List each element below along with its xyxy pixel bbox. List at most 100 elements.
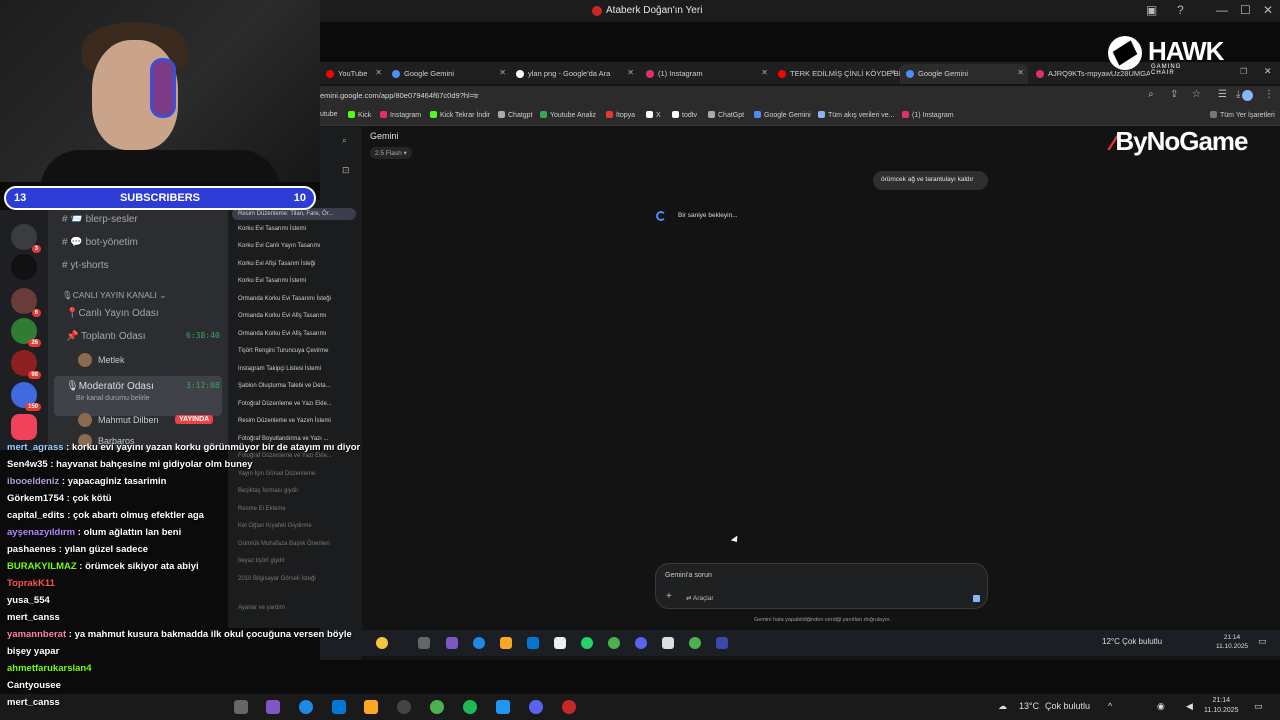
tab-gemini-1[interactable]: Google Gemini ✕ xyxy=(386,64,510,84)
notification-icon[interactable]: ▭ xyxy=(1254,701,1263,712)
bookmark-chatgpt[interactable]: Chatgpt xyxy=(498,111,533,119)
chat-username[interactable]: ibooeldeniz xyxy=(7,476,59,487)
bookmark-akis[interactable]: Tüm akış verileri ve... xyxy=(818,111,895,119)
xbox-icon[interactable] xyxy=(397,700,411,714)
weather-temp[interactable]: 13°C xyxy=(1019,701,1039,711)
all-bookmarks[interactable]: Tüm Yer İşaretleri xyxy=(1210,111,1275,119)
bookmark-itopya[interactable]: İtopya xyxy=(606,111,635,119)
recent-chat-item[interactable]: Tişört Rengini Turuncuya Çevirme xyxy=(238,348,328,354)
spotify-icon[interactable] xyxy=(463,700,477,714)
edge-icon[interactable] xyxy=(473,637,485,649)
bookmark-x[interactable]: X xyxy=(646,111,661,119)
discord-icon[interactable] xyxy=(635,637,647,649)
chat-username[interactable]: ayşenazyıldırm xyxy=(7,527,75,538)
close-tab-icon[interactable]: ✕ xyxy=(889,68,896,77)
channel-canli-yayin-odasi[interactable]: 📍Canlı Yayın Odası xyxy=(66,308,159,319)
chat-username[interactable]: pashaenes xyxy=(7,544,56,555)
chrome-icon[interactable] xyxy=(430,700,444,714)
channel-status-hint[interactable]: Bir kanal durumu belirle xyxy=(76,395,150,402)
folder-icon[interactable] xyxy=(364,700,378,714)
star-icon[interactable]: ☆ xyxy=(1192,89,1201,100)
voice-user-metlek[interactable]: Metlek xyxy=(78,353,125,367)
app-icon[interactable] xyxy=(716,637,728,649)
category-canli-yayin[interactable]: 🎙CANLI YAYIN KANALI ⌄ xyxy=(62,290,166,301)
tab-gemini-active[interactable]: Google Gemini ✕ xyxy=(900,64,1028,84)
recent-chat-item[interactable]: Korku Evi Afişi Tasarım İsteği xyxy=(238,261,315,267)
chat-username[interactable]: mert_agrass xyxy=(7,442,64,453)
tools-button[interactable]: ⇄ Araçlar xyxy=(686,594,714,602)
prompt-input[interactable]: Gemini'a sorun xyxy=(665,572,712,579)
channel-moderator-odasi[interactable]: 🎙Moderatör Odası 3:12:08 xyxy=(66,381,220,392)
tab-youtube-video[interactable]: TERK EDİLMİŞ ÇİNLİ KÖYDE BİR ✕ xyxy=(772,64,900,84)
stop-icon[interactable] xyxy=(973,595,980,602)
store-icon[interactable] xyxy=(554,637,566,649)
tab-instagram[interactable]: (1) Instagram ✕ xyxy=(640,64,772,84)
volume-icon[interactable]: ◀ xyxy=(1186,701,1193,712)
channel-blerp-sesler[interactable]: # 📨 blerp-sesler xyxy=(62,214,138,225)
share-icon[interactable]: ⇪ xyxy=(1170,89,1178,100)
close-tab-icon[interactable]: ✕ xyxy=(761,68,768,77)
new-chat-icon[interactable]: ⊡ xyxy=(342,165,350,176)
address-bar[interactable]: emini.google.com/app/80e079464f67c0d9?hl… xyxy=(320,86,1280,106)
close-tab-icon[interactable]: ✕ xyxy=(1017,68,1024,77)
tab-google-search[interactable]: ylan png - Google'da Ara ✕ xyxy=(510,64,638,84)
recent-chat-item[interactable]: Ormanda Korku Evi Afiş Tasarımı xyxy=(238,331,326,337)
bookmark-instagram-2[interactable]: (1) Instagram xyxy=(902,111,954,119)
channel-bot-yonetim[interactable]: # 💬 bot-yönetim xyxy=(62,237,138,248)
chrome-icon[interactable] xyxy=(608,637,620,649)
notification-icon[interactable]: ▭ xyxy=(1258,636,1267,647)
copilot-app-icon[interactable] xyxy=(446,637,458,649)
whatsapp-icon[interactable] xyxy=(581,637,593,649)
chat-username[interactable]: Cantyousee xyxy=(7,680,61,691)
bookmark-youtube[interactable]: utube xyxy=(320,111,338,118)
copilot-icon[interactable] xyxy=(376,637,388,649)
chat-username[interactable]: BURAKYILMAZ xyxy=(7,561,77,572)
weather-desc[interactable]: Çok bulutlu xyxy=(1045,701,1090,711)
bookmark-kick[interactable]: Kick xyxy=(348,111,371,119)
discord-icon[interactable] xyxy=(529,700,543,714)
model-selector[interactable]: 2.5 Flash ▾ xyxy=(370,147,412,159)
server-icon[interactable]: 6 xyxy=(11,288,41,317)
recent-chat-item[interactable]: Fotoğraf Düzenleme ve Yazı Ekle... xyxy=(238,401,332,407)
close-button[interactable]: ✕ xyxy=(1263,3,1273,17)
obs-icon[interactable] xyxy=(562,700,576,714)
wifi-icon[interactable]: ◉ xyxy=(1157,701,1165,712)
chat-username[interactable]: yusa_554 xyxy=(7,595,50,606)
download-icon[interactable]: ⤓ xyxy=(1236,89,1240,100)
prompt-box[interactable]: Gemini'a sorun + ⇄ Araçlar xyxy=(655,563,988,609)
chrome-icon-2[interactable] xyxy=(689,637,701,649)
bookmark-gemini[interactable]: Google Gemini xyxy=(754,111,811,119)
recent-chat-item[interactable]: Instagram Takipçi Listesi İstemi xyxy=(238,366,321,372)
minimize-button[interactable]: — xyxy=(1216,3,1228,17)
recent-chat-item[interactable]: Korku Evi Canlı Yayın Tasarımı xyxy=(238,243,320,249)
menu-icon[interactable]: ☰ xyxy=(1218,89,1227,100)
profile-icon[interactable]: ▣ xyxy=(1146,3,1157,17)
add-icon[interactable]: + xyxy=(666,591,672,602)
chat-username[interactable]: mert_canss xyxy=(7,612,60,623)
chat-username[interactable]: mert_canss xyxy=(7,697,60,708)
chat-username[interactable]: ToprakK11 xyxy=(7,578,55,589)
server-icon[interactable] xyxy=(11,414,37,440)
restore-window-icon[interactable]: ❐ xyxy=(1240,67,1247,76)
close-tab-icon[interactable]: ✕ xyxy=(627,68,634,77)
close-tab-icon[interactable]: ✕ xyxy=(499,68,506,77)
outer-clock[interactable]: 21:14 11.10.2025 xyxy=(1204,696,1239,716)
channel-yt-shorts[interactable]: # yt-shorts xyxy=(62,260,109,271)
bookmark-chatgpt-2[interactable]: ChatGpt xyxy=(708,111,744,119)
search-icon[interactable]: ⌕ xyxy=(1148,89,1154,100)
taskview-icon[interactable] xyxy=(418,637,430,649)
chat-username[interactable]: yamannberat xyxy=(7,629,66,640)
maximize-button[interactable]: ☐ xyxy=(1240,3,1251,17)
server-icon[interactable]: 150 xyxy=(11,382,41,411)
bookmark-instagram[interactable]: Instagram xyxy=(380,111,421,119)
search-icon[interactable]: ⌕ xyxy=(342,135,347,146)
folder-icon[interactable] xyxy=(500,637,512,649)
recent-chat-item[interactable]: Resim Düzenleme ve Yazım İstemi xyxy=(238,418,331,424)
recent-chat-item[interactable]: Korku Evi Tasarımı İstemi xyxy=(238,278,306,284)
help-icon[interactable]: ? xyxy=(1177,3,1184,17)
server-icon[interactable]: 98 xyxy=(11,350,41,379)
chat-username[interactable]: capital_edits xyxy=(7,510,65,521)
url-text[interactable]: emini.google.com/app/80e079464f67c0d9?hl… xyxy=(320,91,479,100)
channel-toplanti-odasi[interactable]: 📌 Toplantı Odası 6:38:40 xyxy=(66,331,220,342)
voice-user-mahmut[interactable]: Mahmut Dilben xyxy=(78,413,159,427)
